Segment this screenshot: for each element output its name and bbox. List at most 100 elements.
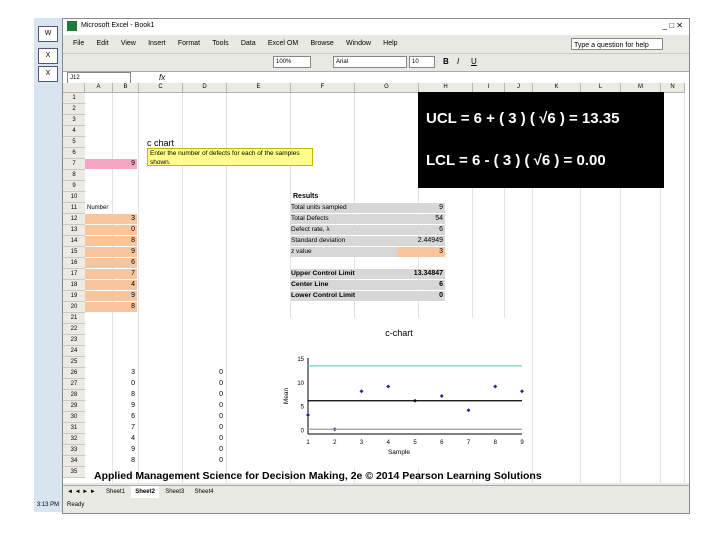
- row-header[interactable]: 18: [63, 280, 85, 291]
- data-cell[interactable]: 0: [183, 368, 223, 378]
- zoom-select[interactable]: 100%: [273, 56, 311, 68]
- row-header[interactable]: 32: [63, 434, 85, 445]
- menu-edit[interactable]: Edit: [97, 37, 109, 51]
- select-all-corner[interactable]: [63, 83, 85, 93]
- data-cell[interactable]: 9: [113, 401, 135, 411]
- menu-tools[interactable]: Tools: [212, 37, 228, 51]
- column-header[interactable]: G: [355, 83, 419, 93]
- italic-button[interactable]: I: [457, 57, 459, 66]
- data-cell[interactable]: 0: [183, 390, 223, 400]
- data-cell[interactable]: 0: [183, 423, 223, 433]
- row-header[interactable]: 11: [63, 203, 85, 214]
- menu-file[interactable]: File: [73, 37, 84, 51]
- row-header[interactable]: 20: [63, 302, 85, 313]
- row-header[interactable]: 5: [63, 137, 85, 148]
- menu-format[interactable]: Format: [178, 37, 200, 51]
- excel-icon[interactable]: X: [38, 48, 58, 64]
- row-header[interactable]: 33: [63, 445, 85, 456]
- defect-cell[interactable]: 4: [85, 280, 137, 290]
- menu-help[interactable]: Help: [383, 37, 397, 51]
- data-cell[interactable]: 8: [113, 456, 135, 466]
- tab-sheet4[interactable]: Sheet4: [190, 486, 217, 498]
- row-header[interactable]: 16: [63, 258, 85, 269]
- column-header[interactable]: D: [183, 83, 227, 93]
- menu-view[interactable]: View: [121, 37, 136, 51]
- data-cell[interactable]: 0: [183, 379, 223, 389]
- data-cell[interactable]: 0: [183, 401, 223, 411]
- row-header[interactable]: 34: [63, 456, 85, 467]
- c-chart-panel[interactable]: c-chart 15 10 5 0 1 2 3 4 5 6 7 8 9 Sample Mean: [266, 318, 532, 468]
- row-header[interactable]: 12: [63, 214, 85, 225]
- defect-cell[interactable]: 9: [85, 291, 137, 301]
- menu-insert[interactable]: Insert: [148, 37, 166, 51]
- fx-icon[interactable]: fx: [159, 73, 165, 82]
- row-header[interactable]: 10: [63, 192, 85, 203]
- data-cell[interactable]: 0: [183, 456, 223, 466]
- data-cell[interactable]: 4: [113, 434, 135, 444]
- defect-cell[interactable]: 8: [85, 236, 137, 246]
- data-cell[interactable]: 0: [183, 445, 223, 455]
- menu-browse[interactable]: Browse: [310, 37, 333, 51]
- menu-data[interactable]: Data: [241, 37, 256, 51]
- row-header[interactable]: 22: [63, 324, 85, 335]
- row-header[interactable]: 1: [63, 93, 85, 104]
- data-cell[interactable]: 9: [113, 445, 135, 455]
- tab-sheet1[interactable]: Sheet1: [102, 486, 129, 498]
- row-header[interactable]: 29: [63, 401, 85, 412]
- row-header[interactable]: 28: [63, 390, 85, 401]
- defect-cell[interactable]: 6: [85, 258, 137, 268]
- bold-button[interactable]: B: [443, 57, 449, 66]
- column-header[interactable]: A: [85, 83, 113, 93]
- row-header[interactable]: 30: [63, 412, 85, 423]
- defect-cell[interactable]: 7: [85, 269, 137, 279]
- defect-cell[interactable]: 8: [85, 302, 137, 312]
- tab-sheet3[interactable]: Sheet3: [161, 486, 188, 498]
- row-header[interactable]: 3: [63, 115, 85, 126]
- row-header[interactable]: 25: [63, 357, 85, 368]
- row-header[interactable]: 24: [63, 346, 85, 357]
- row-header[interactable]: 15: [63, 247, 85, 258]
- row-header[interactable]: 7: [63, 159, 85, 170]
- row-header[interactable]: 31: [63, 423, 85, 434]
- row-header[interactable]: 9: [63, 181, 85, 192]
- data-cell[interactable]: 0: [183, 412, 223, 422]
- row-header[interactable]: 19: [63, 291, 85, 302]
- menu-excel-om[interactable]: Excel OM: [268, 37, 298, 51]
- defect-cell[interactable]: 0: [85, 225, 137, 235]
- row-header[interactable]: 13: [63, 225, 85, 236]
- row-header[interactable]: 17: [63, 269, 85, 280]
- row-header[interactable]: 6: [63, 148, 85, 159]
- data-cell[interactable]: 3: [113, 368, 135, 378]
- data-cell[interactable]: 7: [113, 423, 135, 433]
- row-header[interactable]: 21: [63, 313, 85, 324]
- data-cell[interactable]: 6: [113, 412, 135, 422]
- defect-cell[interactable]: 3: [85, 214, 137, 224]
- tab-nav-arrows[interactable]: ◄ ◄ ► ►: [63, 486, 100, 498]
- row-header[interactable]: 23: [63, 335, 85, 346]
- window-controls[interactable]: _ □ ✕: [663, 21, 683, 30]
- column-header[interactable]: B: [113, 83, 139, 93]
- row-header[interactable]: 14: [63, 236, 85, 247]
- row-header[interactable]: 35: [63, 467, 85, 478]
- data-cell[interactable]: 8: [113, 390, 135, 400]
- data-cell[interactable]: 0: [113, 379, 135, 389]
- word-icon[interactable]: W: [38, 26, 58, 42]
- row-header[interactable]: 4: [63, 126, 85, 137]
- column-header[interactable]: F: [291, 83, 355, 93]
- row-header[interactable]: 27: [63, 379, 85, 390]
- font-size-select[interactable]: 10: [409, 56, 435, 68]
- underline-button[interactable]: U: [471, 57, 477, 66]
- row-header[interactable]: 2: [63, 104, 85, 115]
- excel-active-icon[interactable]: X: [38, 66, 58, 82]
- sample-count-cell[interactable]: 9: [85, 159, 137, 169]
- menu-window[interactable]: Window: [346, 37, 371, 51]
- row-header[interactable]: 26: [63, 368, 85, 379]
- column-header[interactable]: C: [139, 83, 183, 93]
- font-select[interactable]: Arial: [333, 56, 407, 68]
- column-header[interactable]: E: [227, 83, 291, 93]
- defect-cell[interactable]: 9: [85, 247, 137, 257]
- data-cell[interactable]: 0: [183, 434, 223, 444]
- help-search-input[interactable]: Type a question for help: [571, 38, 663, 50]
- row-header[interactable]: 8: [63, 170, 85, 181]
- column-header[interactable]: N: [661, 83, 685, 93]
